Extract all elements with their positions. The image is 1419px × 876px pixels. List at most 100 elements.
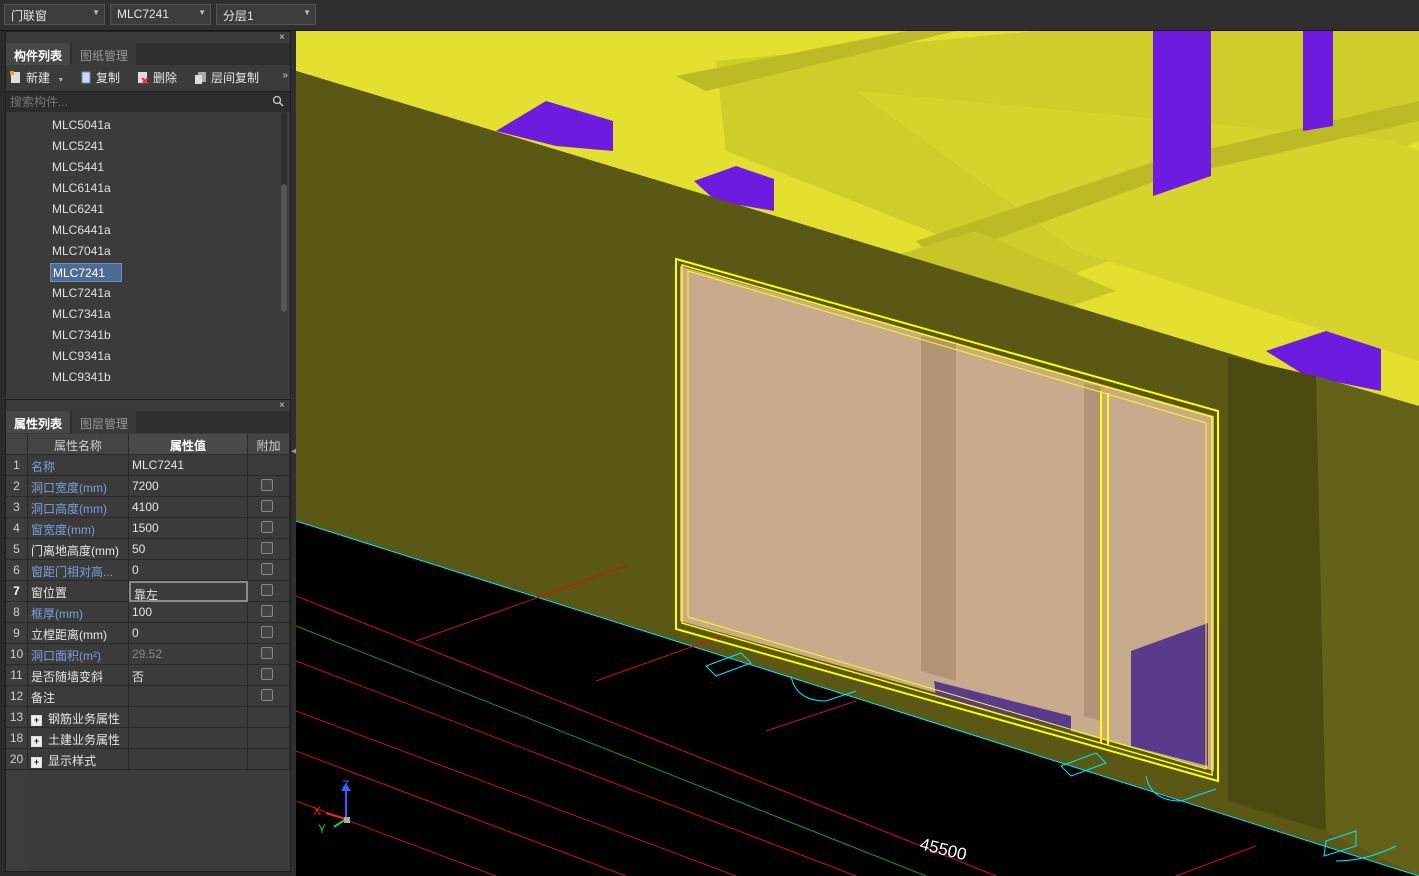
row-index: 8 — [6, 602, 28, 623]
3d-viewport[interactable]: X Y Z 45500 — [296, 31, 1419, 876]
extra-checkbox[interactable] — [261, 500, 273, 512]
property-row[interactable]: 8 框厚(mm) 100 — [6, 602, 290, 623]
property-group-label: 土建业务属性 — [48, 733, 121, 747]
property-extra — [248, 560, 290, 581]
property-value[interactable]: 50 — [129, 539, 248, 560]
extra-checkbox[interactable] — [261, 584, 273, 596]
property-extra — [248, 455, 290, 476]
floor-copy-icon — [195, 72, 206, 84]
tab-drawing-management[interactable]: 图纸管理 — [72, 43, 137, 65]
property-value[interactable]: 4100 — [129, 497, 248, 518]
search-input[interactable] — [8, 93, 262, 111]
property-value[interactable]: 100 — [129, 602, 248, 623]
property-row[interactable]: 5 门离地高度(mm) 50 — [6, 539, 290, 560]
property-value[interactable]: 7200 — [129, 476, 248, 497]
property-row[interactable]: 4 窗宽度(mm) 1500 — [6, 518, 290, 539]
list-item[interactable]: MLC5241 — [50, 137, 108, 156]
list-item[interactable]: MLC5441 — [50, 158, 108, 177]
expand-icon[interactable]: + — [31, 736, 42, 747]
list-item[interactable]: MLC7341a — [50, 305, 115, 324]
extra-checkbox[interactable] — [261, 479, 273, 491]
property-extra — [248, 728, 290, 749]
property-name: 洞口宽度(mm) — [28, 476, 129, 497]
property-value[interactable]: MLC7241 — [129, 455, 248, 476]
property-panel-tabs: 属性列表 图层管理 — [6, 411, 290, 433]
list-item[interactable]: MLC6441a — [50, 221, 115, 240]
header-property-name[interactable]: 属性名称 — [28, 434, 129, 455]
extra-checkbox[interactable] — [261, 647, 273, 659]
copy-button[interactable]: 复制 — [80, 69, 120, 87]
component-select[interactable]: MLC7241 ▼ — [110, 4, 211, 25]
component-select-value: MLC7241 — [117, 7, 170, 21]
row-index: 2 — [6, 476, 28, 497]
list-item[interactable]: MLC7041a — [50, 242, 115, 261]
list-item[interactable]: MLC6241 — [50, 200, 108, 219]
expand-icon[interactable]: + — [31, 715, 42, 726]
list-scrollbar[interactable] — [281, 112, 287, 312]
search-icon[interactable] — [272, 95, 284, 107]
list-item[interactable]: MLC9341b — [50, 368, 115, 387]
extra-checkbox[interactable] — [261, 521, 273, 533]
property-row[interactable]: 1 名称 MLC7241 — [6, 455, 290, 476]
close-icon[interactable]: × — [279, 400, 285, 411]
list-item[interactable]: MLC6141a — [50, 179, 115, 198]
header-extra[interactable]: 附加 — [248, 434, 290, 455]
extra-checkbox[interactable] — [261, 563, 273, 575]
floor-select-value: 分层1 — [223, 9, 254, 23]
property-row[interactable]: 13 + 钢筋业务属性 — [6, 707, 290, 728]
delete-button[interactable]: 删除 — [137, 69, 177, 87]
tab-component-list[interactable]: 构件列表 — [6, 43, 71, 65]
property-row[interactable]: 9 立樘距离(mm) 0 — [6, 623, 290, 644]
property-value[interactable]: 0 — [129, 623, 248, 644]
property-row[interactable]: 2 洞口宽度(mm) 7200 — [6, 476, 290, 497]
property-value[interactable] — [129, 749, 248, 770]
property-row[interactable]: 6 窗距门相对高... 0 — [6, 560, 290, 581]
property-row[interactable]: 3 洞口高度(mm) 4100 — [6, 497, 290, 518]
close-icon[interactable]: × — [279, 32, 285, 43]
tab-property-list[interactable]: 属性列表 — [6, 411, 71, 433]
property-row[interactable]: 7 窗位置 靠左 — [6, 581, 290, 602]
property-group-name[interactable]: + 钢筋业务属性 — [28, 707, 129, 728]
expand-icon[interactable]: + — [31, 757, 42, 768]
property-row[interactable]: 18 + 土建业务属性 — [6, 728, 290, 749]
property-value[interactable]: 0 — [129, 560, 248, 581]
extra-checkbox[interactable] — [261, 668, 273, 680]
property-value[interactable] — [129, 686, 248, 707]
property-value[interactable]: 29.52 — [129, 644, 248, 665]
property-row[interactable]: 20 + 显示样式 — [6, 749, 290, 770]
property-value[interactable]: 否 — [129, 665, 248, 686]
header-property-value[interactable]: 属性值 — [129, 434, 248, 455]
property-name: 框厚(mm) — [28, 602, 129, 623]
floor-copy-button[interactable]: 层间复制 — [195, 69, 259, 87]
extra-checkbox[interactable] — [261, 605, 273, 617]
list-item[interactable]: MLC5041a — [50, 116, 115, 135]
property-group-name[interactable]: + 土建业务属性 — [28, 728, 129, 749]
list-item[interactable]: MLC7341b — [50, 326, 115, 345]
property-value[interactable] — [129, 728, 248, 749]
new-button[interactable]: 新建 ▼ — [10, 69, 64, 87]
property-value[interactable]: 1500 — [129, 518, 248, 539]
extra-checkbox[interactable] — [261, 542, 273, 554]
chevron-down-icon: ▼ — [92, 8, 100, 17]
scrollbar-thumb[interactable] — [281, 184, 287, 312]
floor-select[interactable]: 分层1 ▼ — [216, 4, 316, 25]
property-name: 立樘距离(mm) — [28, 623, 129, 644]
property-row[interactable]: 11 是否随墙变斜否 — [6, 665, 290, 686]
property-row[interactable]: 12 备注 — [6, 686, 290, 707]
property-row[interactable]: 10 洞口面积(m²) 29.52 — [6, 644, 290, 665]
3d-model-canvas[interactable]: X Y Z 45500 — [296, 31, 1419, 876]
extra-checkbox[interactable] — [261, 689, 273, 701]
list-item[interactable]: MLC7241a — [50, 284, 115, 303]
type-select[interactable]: 门联窗 ▼ — [4, 4, 105, 25]
property-group-name[interactable]: + 显示样式 — [28, 749, 129, 770]
tab-layer-management[interactable]: 图层管理 — [72, 411, 137, 433]
property-value[interactable] — [129, 707, 248, 728]
list-item[interactable]: MLC9341a — [50, 347, 115, 366]
axis-z-label: Z — [342, 778, 349, 792]
extra-checkbox[interactable] — [261, 626, 273, 638]
more-icon[interactable]: » — [282, 70, 288, 81]
top-toolbar: 门联窗 ▼ MLC7241 ▼ 分层1 ▼ — [0, 0, 1419, 31]
component-toolbar: 新建 ▼ 复制 删除 层间复制 » — [6, 65, 290, 91]
list-item-selected[interactable]: MLC7241 — [50, 263, 122, 282]
property-value[interactable]: 靠左 — [129, 581, 248, 602]
